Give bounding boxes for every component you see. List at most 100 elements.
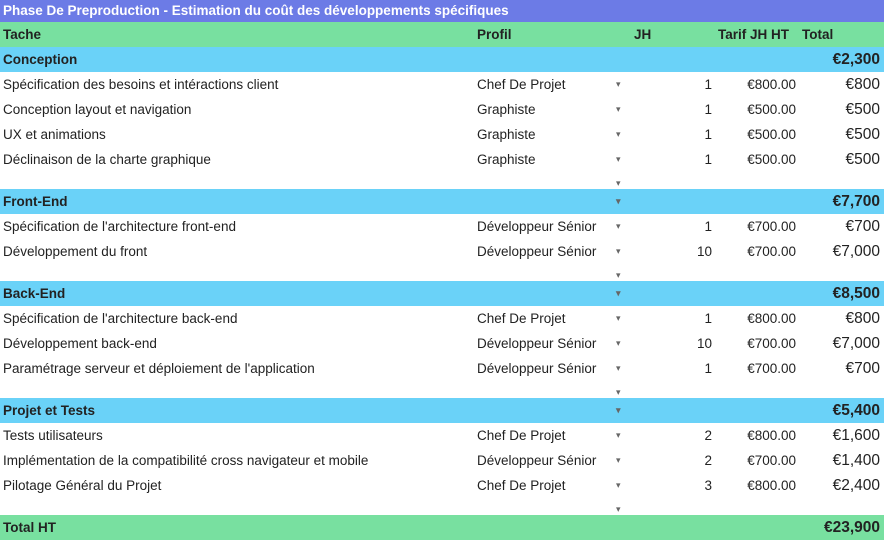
dropdown-arrow-icon[interactable]: ▾ (616, 448, 621, 473)
profil-cell[interactable]: Chef De Projet (477, 473, 566, 498)
profil-cell[interactable]: Développeur Sénior (477, 214, 596, 239)
dropdown-arrow-icon[interactable]: ▾ (616, 189, 621, 214)
tarif-cell[interactable]: €700.00 (747, 448, 796, 473)
tarif-cell[interactable]: €700.00 (747, 331, 796, 356)
dropdown-arrow-icon[interactable]: ▾ (616, 147, 621, 172)
profil-cell[interactable]: Développeur Sénior (477, 448, 596, 473)
jh-cell[interactable]: 10 (697, 239, 712, 264)
tarif-cell[interactable]: €800.00 (747, 473, 796, 498)
dropdown-arrow-icon[interactable]: ▾ (616, 306, 621, 331)
dropdown-arrow-icon[interactable]: ▾ (616, 214, 621, 239)
total-cell[interactable]: €1,600 (833, 423, 880, 448)
dropdown-arrow-icon[interactable]: ▾ (616, 97, 621, 122)
jh-cell[interactable]: 1 (704, 147, 712, 172)
jh-cell[interactable]: 1 (704, 356, 712, 381)
dropdown-arrow-icon[interactable]: ▾ (616, 239, 621, 264)
task-cell[interactable]: Développement back-end (3, 331, 157, 356)
dropdown-arrow-icon[interactable]: ▾ (616, 172, 621, 189)
task-cell[interactable]: Paramétrage serveur et déploiement de l'… (3, 356, 315, 381)
section-total: €7,700 (832, 193, 880, 210)
task-cell[interactable]: Implémentation de la compatibilité cross… (3, 448, 368, 473)
empty-row: ▾ (0, 381, 884, 398)
task-cell[interactable]: Déclinaison de la charte graphique (3, 147, 211, 172)
tarif-cell[interactable]: €500.00 (747, 122, 796, 147)
dropdown-arrow-icon[interactable]: ▾ (616, 72, 621, 97)
dropdown-arrow-icon[interactable]: ▾ (616, 281, 621, 306)
jh-cell[interactable]: 1 (704, 214, 712, 239)
profil-cell[interactable]: Développeur Sénior (477, 331, 596, 356)
tarif-cell[interactable]: €700.00 (747, 356, 796, 381)
task-cell[interactable]: Pilotage Général du Projet (3, 473, 161, 498)
section-row: Conception €2,300 (0, 47, 884, 72)
total-cell[interactable]: €700 (846, 356, 880, 381)
jh-cell[interactable]: 2 (704, 423, 712, 448)
dropdown-arrow-icon[interactable]: ▾ (616, 381, 621, 398)
jh-cell[interactable]: 1 (704, 72, 712, 97)
section-total: €8,500 (832, 285, 880, 302)
tarif-cell[interactable]: €500.00 (747, 147, 796, 172)
task-cell[interactable]: Conception layout et navigation (3, 97, 191, 122)
tarif-cell[interactable]: €800.00 (747, 306, 796, 331)
section-row: Front-End ▾ €7,700 (0, 189, 884, 214)
tarif-cell[interactable]: €700.00 (747, 214, 796, 239)
table-row: Développement du front Développeur Sénior… (0, 239, 884, 264)
total-cell[interactable]: €700 (846, 214, 880, 239)
task-cell[interactable]: Développement du front (3, 239, 147, 264)
total-cell[interactable]: €500 (846, 147, 880, 172)
profil-cell[interactable]: Chef De Projet (477, 423, 566, 448)
tarif-cell[interactable]: €700.00 (747, 239, 796, 264)
tarif-cell[interactable]: €800.00 (747, 72, 796, 97)
total-cell[interactable]: €800 (846, 306, 880, 331)
task-cell[interactable]: Tests utilisateurs (3, 423, 103, 448)
profil-cell[interactable]: Graphiste (477, 97, 536, 122)
profil-cell[interactable]: Chef De Projet (477, 72, 566, 97)
grand-total-row: Total HT €23,900 (0, 515, 884, 540)
dropdown-arrow-icon[interactable]: ▾ (616, 264, 621, 281)
dropdown-arrow-icon[interactable]: ▾ (616, 473, 621, 498)
tarif-cell[interactable]: €800.00 (747, 423, 796, 448)
total-cell[interactable]: €2,400 (833, 473, 880, 498)
dropdown-arrow-icon[interactable]: ▾ (616, 331, 621, 356)
task-cell[interactable]: UX et animations (3, 122, 106, 147)
section-row: Projet et Tests ▾ €5,400 (0, 398, 884, 423)
task-cell[interactable]: Spécification de l'architecture front-en… (3, 214, 236, 239)
header-profil: Profil (477, 27, 512, 42)
dropdown-arrow-icon[interactable]: ▾ (616, 498, 621, 515)
header-row: Tache Profil JH Tarif JH HT Total (0, 22, 884, 47)
total-cell[interactable]: €500 (846, 122, 880, 147)
total-cell[interactable]: €1,400 (833, 448, 880, 473)
table-body: Conception €2,300 Spécification des besoin… (0, 47, 884, 515)
total-cell[interactable]: €500 (846, 97, 880, 122)
table-row: Déclinaison de la charte graphique Graphi… (0, 147, 884, 172)
section-name: Back-End (3, 286, 66, 301)
jh-cell[interactable]: 10 (697, 331, 712, 356)
task-cell[interactable]: Spécification des besoins et intéraction… (3, 72, 278, 97)
total-cell[interactable]: €7,000 (833, 331, 880, 356)
total-cell[interactable]: €7,000 (833, 239, 880, 264)
profil-cell[interactable]: Développeur Sénior (477, 356, 596, 381)
table-row: Développement back-end Développeur Sénior… (0, 331, 884, 356)
section-name: Conception (3, 52, 78, 67)
jh-cell[interactable]: 2 (704, 448, 712, 473)
jh-cell[interactable]: 1 (704, 97, 712, 122)
jh-cell[interactable]: 3 (704, 473, 712, 498)
jh-cell[interactable]: 1 (704, 306, 712, 331)
profil-cell[interactable]: Graphiste (477, 122, 536, 147)
dropdown-arrow-icon[interactable]: ▾ (616, 122, 621, 147)
tarif-cell[interactable]: €500.00 (747, 97, 796, 122)
total-cell[interactable]: €800 (846, 72, 880, 97)
profil-cell[interactable]: Développeur Sénior (477, 239, 596, 264)
table-row: Implémentation de la compatibilité cross… (0, 448, 884, 473)
dropdown-arrow-icon[interactable]: ▾ (616, 356, 621, 381)
profil-cell[interactable]: Chef De Projet (477, 306, 566, 331)
grand-total-value: €23,900 (823, 519, 880, 536)
dropdown-arrow-icon[interactable]: ▾ (616, 423, 621, 448)
table-row: Spécification de l'architecture front-en… (0, 214, 884, 239)
task-cell[interactable]: Spécification de l'architecture back-end (3, 306, 237, 331)
profil-cell[interactable]: Graphiste (477, 147, 536, 172)
dropdown-arrow-icon[interactable]: ▾ (616, 398, 621, 423)
table-row: Paramétrage serveur et déploiement de l'… (0, 356, 884, 381)
grand-total-label: Total HT (3, 520, 56, 535)
jh-cell[interactable]: 1 (704, 122, 712, 147)
sheet-title: Phase De Preproduction - Estimation du c… (0, 0, 884, 22)
